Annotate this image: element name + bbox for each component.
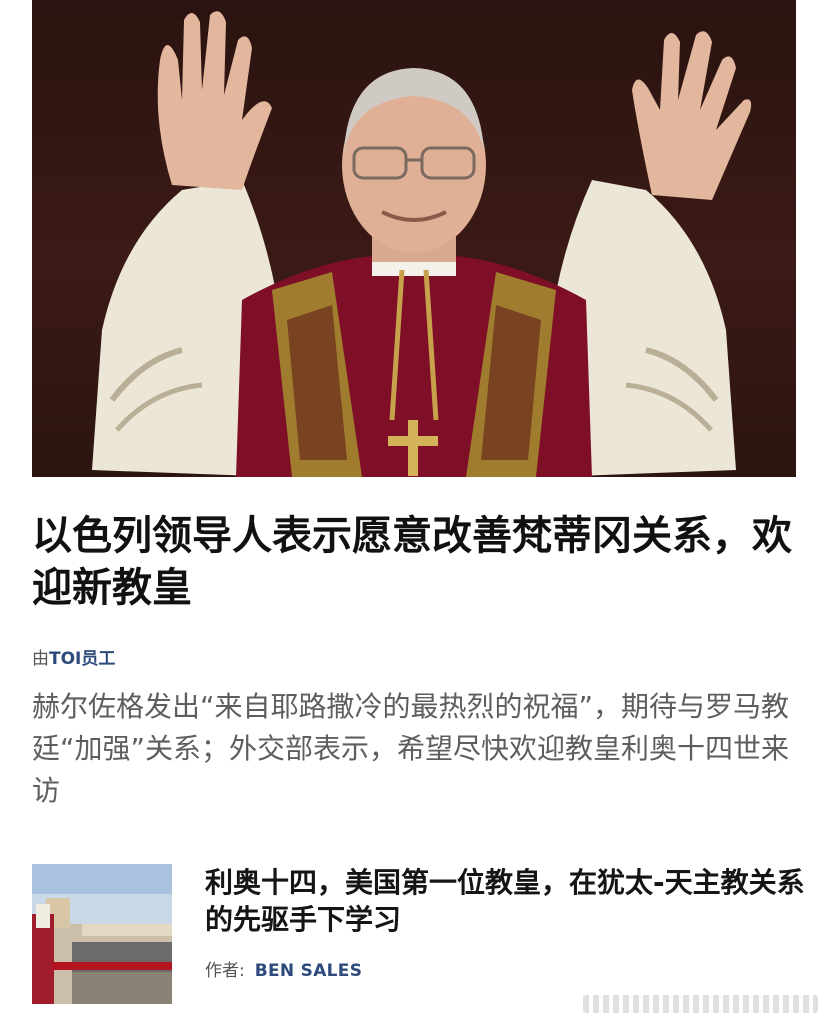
article-byline: 由TOI员工 xyxy=(32,644,115,669)
article-summary: 赫尔佐格发出“来自耶路撒冷的最热烈的祝福”，期待与罗马教廷“加强”关系；外交部表… xyxy=(32,690,790,807)
related-byline-author-link[interactable]: BEN SALES xyxy=(255,961,363,981)
st-peters-square-illustration xyxy=(32,864,172,1004)
related-article-byline: 作者: BEN SALES xyxy=(205,956,362,981)
byline-author-link[interactable]: TOI员工 xyxy=(49,649,115,669)
related-article[interactable]: 利奥十四，美国第一位教皇，在犹太-天主教关系的先驱手下学习 作者: BEN SAL… xyxy=(32,864,805,1005)
byline-prefix: 由 xyxy=(32,649,49,669)
related-article-title[interactable]: 利奥十四，美国第一位教皇，在犹太-天主教关系的先驱手下学习 xyxy=(205,864,805,938)
related-article-thumbnail[interactable] xyxy=(32,864,172,1004)
article-headline[interactable]: 以色列领导人表示愿意改善梵蒂冈关系，欢迎新教皇 xyxy=(32,510,802,614)
hero-image[interactable] xyxy=(32,0,796,477)
watermark xyxy=(583,995,818,1013)
related-byline-prefix: 作者: xyxy=(205,961,245,981)
pope-waving-illustration xyxy=(92,11,752,477)
